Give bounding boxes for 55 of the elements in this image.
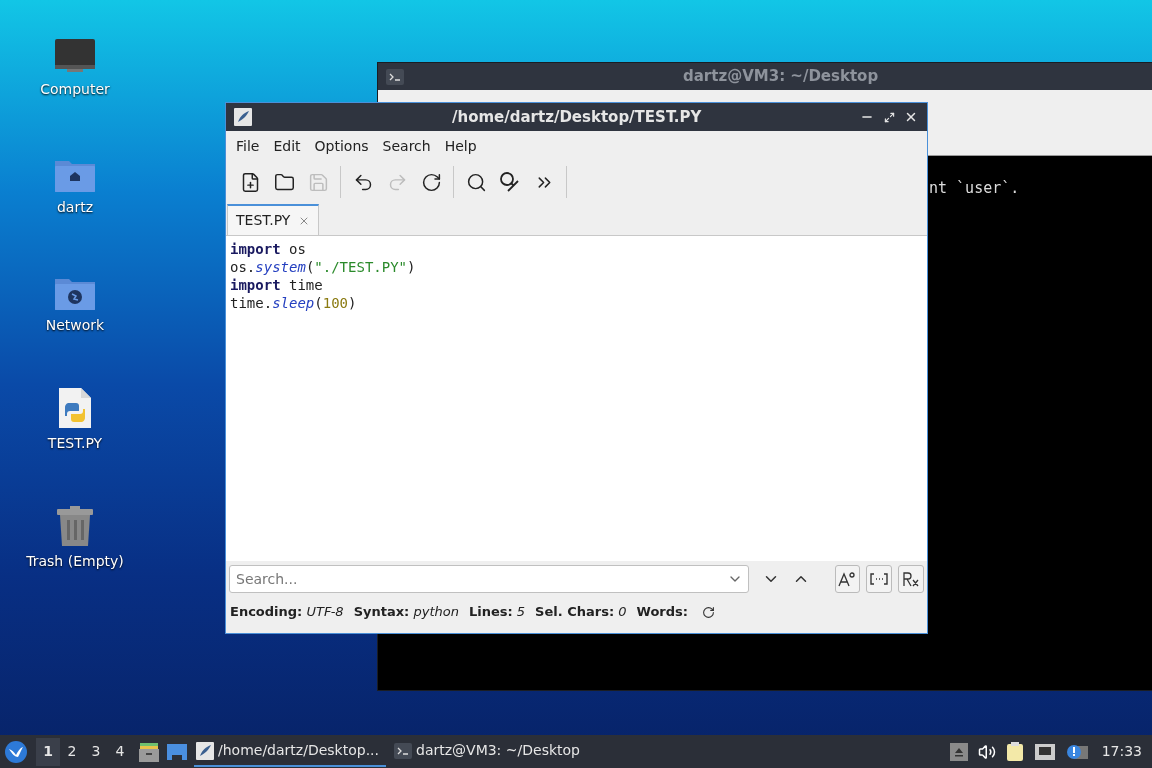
menu-item[interactable]: Options xyxy=(307,135,376,157)
menu-item[interactable]: Help xyxy=(437,135,484,157)
desktop-icon-label[interactable]: TEST.PY xyxy=(47,433,103,454)
clock: 17:33 xyxy=(1101,742,1142,761)
eject-button[interactable] xyxy=(949,742,968,761)
search-field[interactable]: Search... xyxy=(229,565,749,593)
workspace-button[interactable]: 3 xyxy=(84,737,108,766)
taskbar-task[interactable]: dartz@VM3: ~/Desktop xyxy=(392,736,582,767)
clipboard-icon[interactable] xyxy=(1005,741,1024,762)
whole-word-button[interactable] xyxy=(866,565,893,593)
desktop-icon-label[interactable]: Network xyxy=(45,315,105,336)
code-editor[interactable]: import os os.system("./TEST.PY") import time time.sleep(100) xyxy=(226,236,927,561)
window-title: /home/dartz/Desktop/TEST.PY xyxy=(452,106,702,128)
volume-icon[interactable] xyxy=(977,742,996,761)
code-line: import os xyxy=(230,240,306,258)
code-line: import time xyxy=(230,276,323,294)
status-item: Lines: 5 xyxy=(468,603,526,622)
status-item: Syntax: python xyxy=(353,603,459,622)
file-tab[interactable]: TEST.PY xyxy=(227,204,320,235)
code-line: time.sleep(100) xyxy=(230,294,357,312)
notification-icon[interactable] xyxy=(1065,742,1088,761)
status-item: Words: xyxy=(636,603,688,622)
terminal-icon xyxy=(394,742,412,759)
code-line: os.system("./TEST.PY") xyxy=(230,258,416,276)
taskbar-task[interactable]: /home/dartz/Desktop... xyxy=(194,736,386,767)
regex-icon xyxy=(902,571,921,587)
desktop-icon-label[interactable]: Trash (Empty) xyxy=(26,551,124,572)
feather-icon xyxy=(196,741,214,760)
python-file-icon xyxy=(58,387,92,429)
eject-icon xyxy=(953,746,964,757)
window-title: dartz@VM3: ~/Desktop xyxy=(683,66,879,88)
menu-item[interactable]: Edit xyxy=(266,135,308,157)
match-case-button[interactable] xyxy=(834,565,861,593)
trash-icon xyxy=(56,505,94,547)
terminal-icon xyxy=(386,68,404,85)
case-icon xyxy=(838,571,857,587)
maximize-icon xyxy=(883,111,895,123)
regex-button[interactable] xyxy=(898,565,924,593)
refresh-icon[interactable] xyxy=(702,605,715,619)
network-icon[interactable] xyxy=(1033,742,1056,761)
close-icon xyxy=(904,110,918,124)
desktop-icon[interactable] xyxy=(166,741,188,762)
file-cabinet-icon[interactable] xyxy=(138,740,160,763)
workspace-button[interactable]: 1 xyxy=(36,737,60,766)
status-item: Encoding: UTF-8 xyxy=(230,603,344,622)
menu-item[interactable]: Search xyxy=(375,135,438,157)
status-item: Sel. Chars: 0 xyxy=(535,603,627,622)
terminal-output: nt `user`. xyxy=(929,179,1020,197)
bracket-icon xyxy=(870,573,889,585)
workspace-button[interactable]: 4 xyxy=(108,737,132,766)
workspace-button[interactable]: 2 xyxy=(60,737,84,766)
monitor-icon xyxy=(53,37,97,75)
feather-icon xyxy=(234,108,252,126)
menu-item[interactable]: File xyxy=(229,135,267,157)
desktop-icon-label[interactable]: dartz xyxy=(56,197,94,218)
